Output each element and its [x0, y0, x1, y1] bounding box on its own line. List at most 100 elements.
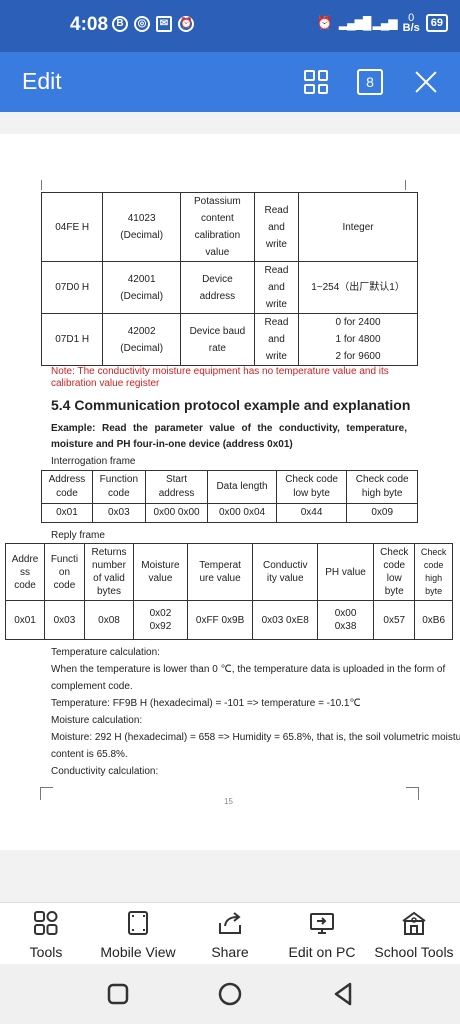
- column-header: Check code high byte: [414, 543, 453, 601]
- paragraph-line: complement code.: [51, 681, 133, 692]
- column-header: Check code low byte: [373, 543, 416, 601]
- column-header: Addresscode: [4, 543, 46, 601]
- column-header: Addresscode: [41, 470, 93, 504]
- table-cell: 07D1 H: [40, 313, 104, 366]
- table-row: 07D1 H 42002 (Decimal) Device baud rate Read a…: [40, 313, 418, 366]
- table-cell: 04FE H: [40, 192, 104, 262]
- table-cell: 0x09: [346, 503, 418, 523]
- example-text: Example: Read the parameter value of the…: [51, 423, 407, 450]
- share-icon: [184, 909, 276, 942]
- table-cell: 1~254（出厂默认1）: [298, 261, 418, 314]
- alarm-icon: ⏰: [178, 16, 194, 32]
- table-cell: Potassium content calibration value: [179, 192, 255, 262]
- toolbar-edit-on-pc-button[interactable]: Edit on PC: [276, 903, 368, 965]
- battery-icon: 69: [425, 14, 448, 32]
- column-header: PH value: [316, 543, 375, 601]
- tools-icon: [0, 909, 92, 942]
- school-tools-icon: [368, 909, 460, 942]
- table-cell: 0x08: [83, 600, 135, 640]
- system-nav-bar: [0, 964, 460, 1024]
- page-title: Edit: [22, 68, 62, 94]
- reply-header-row: Addre ss code Functi on code Returns number of v…: [4, 543, 453, 601]
- paragraph-line: Temperature calculation:: [51, 647, 160, 658]
- column-header: Data length: [207, 470, 277, 504]
- column-header: Functioncode: [91, 470, 146, 504]
- table-cell: 0xFF 0x9B: [186, 600, 254, 640]
- app-bar: Edit 8: [0, 52, 460, 112]
- mobile-view-icon: [92, 909, 184, 942]
- grid-icon: [304, 70, 328, 94]
- table-cell: 42001 (Decimal): [102, 261, 181, 314]
- signal-icon: ▂▄▆█ ▂▄▆: [338, 16, 398, 30]
- table-cell: 0x01: [4, 600, 46, 640]
- table-cell: 0x03: [44, 600, 85, 640]
- grid-view-button[interactable]: [300, 66, 332, 98]
- page-count-button[interactable]: 8: [354, 66, 386, 98]
- toolbar-label: Mobile View: [100, 944, 176, 960]
- toolbar-mobile-view-button[interactable]: Mobile View: [92, 903, 184, 965]
- toolbar-label: School Tools: [374, 944, 454, 960]
- page-badge: 8: [357, 69, 383, 95]
- section-title: 5.4 Communication protocol example and e…: [51, 397, 411, 413]
- edit-on-pc-icon: [276, 909, 368, 942]
- paragraph-line: Moisture: 292 H (hexadecimal) = 658 => H…: [51, 732, 460, 743]
- calculation-text: Temperature calculation: When the tempera…: [51, 644, 460, 780]
- column-header: Returns number of valid bytes: [83, 543, 135, 601]
- toolbar-share-button[interactable]: Share: [184, 903, 276, 965]
- back-icon[interactable]: [330, 980, 358, 1008]
- interrogation-values-row: 0x01 0x03 0x00 0x00 0x00 0x04 0x44 0x09: [41, 503, 418, 523]
- interrogation-label: Interrogation frame: [51, 456, 136, 467]
- interrogation-table: Address code Function code Start address Data …: [41, 470, 418, 523]
- paragraph-line: content is 65.8%.: [51, 749, 128, 760]
- table-cell: 0x00 0x04: [207, 503, 277, 523]
- register-table: 04FE H 41023 (Decimal) Potassium content cali…: [40, 192, 418, 366]
- close-icon: [410, 66, 442, 98]
- table-cell: 0x44: [275, 503, 348, 523]
- table-cell: Read and write: [253, 192, 300, 262]
- table-cell: 0x00 0x38: [316, 600, 375, 640]
- status-bar: 4:08 B ◎ ✉ ⏰ ⏰ ▂▄▆█ ▂▄▆ 0 B/s 69: [0, 0, 460, 52]
- table-cell: 0x01: [41, 503, 93, 523]
- table-cell: Read and write: [253, 313, 300, 366]
- toolbar-label: Tools: [29, 944, 63, 960]
- table-row: 07D0 H 42001 (Decimal) Device address Read and…: [40, 261, 418, 314]
- column-header: Temperat ure value: [186, 543, 254, 601]
- home-icon[interactable]: [216, 980, 244, 1008]
- note-text: Note: The conductivity moisture equipmen…: [51, 366, 389, 389]
- table-cell: Read and write: [253, 261, 300, 314]
- recent-apps-icon[interactable]: [104, 980, 132, 1008]
- table-cell: Device address: [179, 261, 255, 314]
- toolbar-label: Share: [211, 944, 249, 960]
- reply-table: Addre ss code Functi on code Returns number of v…: [4, 543, 453, 640]
- toolbar-tools-button[interactable]: Tools: [0, 903, 92, 965]
- table-cell: 07D0 H: [40, 261, 104, 314]
- mail-icon: ✉: [156, 16, 172, 32]
- interrogation-header-row: Address code Function code Start address Data …: [41, 470, 418, 504]
- column-header: Moisture value: [133, 543, 188, 601]
- toolbar-label: Edit on PC: [288, 944, 356, 960]
- table-cell: 0 for 2400 1 for 4800 2 for 9600: [298, 313, 418, 366]
- table-cell: 42002 (Decimal): [102, 313, 181, 366]
- paragraph-line: Temperature: FF9B H (hexadecimal) = -101…: [51, 698, 361, 709]
- table-cell: Integer: [298, 192, 418, 262]
- reply-label: Reply frame: [51, 530, 105, 541]
- column-header: Check code low byte: [275, 470, 348, 504]
- column-header: Functioncode: [44, 543, 85, 601]
- table-cell: Device baud rate: [179, 313, 255, 366]
- table-row: 04FE H 41023 (Decimal) Potassium content cali…: [40, 192, 418, 262]
- table-cell: 41023 (Decimal): [102, 192, 181, 262]
- table-cell: 0xB6: [414, 600, 453, 640]
- paragraph-line: When the temperature is lower than 0 ℃, …: [51, 664, 446, 675]
- net-speed-unit: B/s: [402, 22, 420, 34]
- table-cell: 0x03 0xE8: [252, 600, 318, 640]
- toolbar-school-tools-button[interactable]: School Tools: [368, 903, 460, 965]
- column-header: Start address: [144, 470, 209, 504]
- table-cell: 0x57: [373, 600, 416, 640]
- chrome-icon: ◎: [134, 16, 150, 32]
- page-number: 15: [224, 797, 233, 806]
- paragraph-line: Moisture calculation:: [51, 715, 143, 726]
- alarm-status-icon: ⏰: [316, 15, 333, 30]
- column-header: Check code high byte: [346, 470, 418, 504]
- table-cell: 0x00 0x00: [144, 503, 209, 523]
- close-button[interactable]: [410, 66, 442, 98]
